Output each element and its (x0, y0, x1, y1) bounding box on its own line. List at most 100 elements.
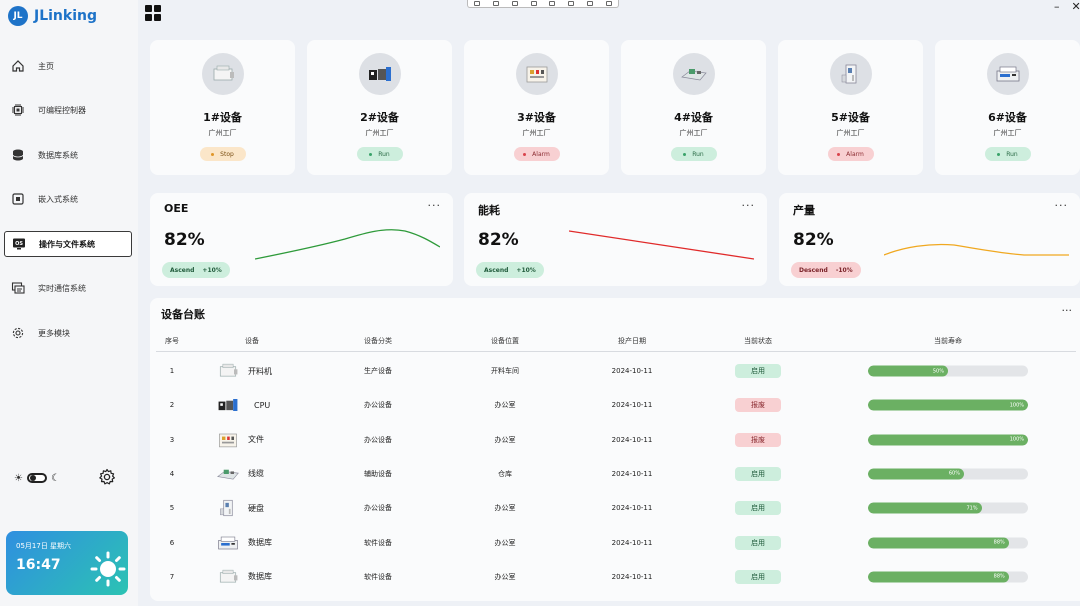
device-location: 办公室 (494, 435, 516, 444)
sidebar-item-home[interactable]: 主页 (4, 53, 132, 79)
toolbar-tool-icon[interactable] (605, 1, 612, 6)
table-row[interactable]: 1 开料机 生产设备 开料车间 2024-10-11 启用 50% (150, 354, 1080, 388)
lifetime-percent: 88% (993, 539, 1005, 546)
table-row[interactable]: 6 数据库 软件设备 办公室 2024-10-11 启用 88% (150, 526, 1080, 560)
kpi-sparkline (884, 243, 1069, 256)
communication-icon (10, 280, 26, 296)
datetime-widget: 05月17日 星期六 16:47 (6, 531, 128, 595)
sidebar-item-os[interactable]: OS 操作与文件系统 (4, 231, 132, 257)
lifetime-progress-bar: 60% (868, 468, 1028, 480)
kpi-change: +10% (516, 266, 536, 274)
status-badge: 启用 (735, 569, 781, 584)
kpi-value: 82% (478, 230, 519, 250)
device-location: 办公室 (494, 572, 516, 581)
light-mode-icon: ☀ (14, 472, 23, 484)
device-card[interactable]: 3#设备 广州工厂 Alarm (464, 40, 609, 175)
table-row[interactable]: 2 CPU 办公设备 办公室 2024-10-11 报废 100% (150, 388, 1080, 422)
device-category: 办公设备 (364, 401, 392, 410)
lifetime-progress-fill: 100% (868, 434, 1028, 446)
kpi-card[interactable]: 产量 ··· 82% Descend -10% (779, 193, 1080, 286)
kpi-more-button[interactable]: ··· (428, 199, 442, 212)
kpi-change: -10% (835, 266, 853, 274)
table-row[interactable]: 7 数据库 软件设备 办公室 2024-10-11 启用 88% (150, 560, 1080, 594)
kpi-card[interactable]: 能耗 ··· 82% Ascend +10% (464, 193, 767, 286)
home-icon (10, 58, 26, 74)
theme-toggle[interactable] (26, 473, 47, 483)
sidebar-item-embedded[interactable]: 嵌入式系统 (4, 186, 132, 212)
minimize-button[interactable]: – (1054, 0, 1060, 13)
row-number: 5 (169, 504, 175, 513)
device-status-badge: Stop (199, 147, 246, 161)
app-name: JLinking (34, 8, 97, 24)
window-controls: – ✕ (1054, 0, 1080, 13)
toolbar-tool-icon[interactable] (549, 1, 556, 6)
device-status-badge: Run (356, 147, 403, 161)
toolbar-tool-icon[interactable] (474, 1, 481, 6)
device-status-text: Run (692, 150, 704, 158)
device-name: 2#设备 (360, 111, 399, 124)
sidebar-item-label: 更多模块 (38, 328, 70, 338)
device-cell: 线缆 (216, 465, 264, 483)
lifetime-progress-bar: 71% (868, 502, 1028, 514)
device-ledger: 设备台账 ··· 序号 设备 设备分类 设备位置 投产日期 当前状态 当前寿命 … (150, 298, 1080, 601)
toolbar-tool-icon[interactable] (511, 1, 518, 6)
device-image (987, 53, 1029, 95)
sidebar-item-communication[interactable]: 实时通信系统 (4, 275, 132, 301)
status-badge: 启用 (735, 466, 781, 481)
kpi-trend-label: Ascend (484, 266, 509, 274)
sidebar-item-database[interactable]: 数据库系统 (4, 142, 132, 168)
device-card[interactable]: 6#设备 广州工厂 Run (935, 40, 1080, 175)
device-card[interactable]: 4#设备 广州工厂 Run (621, 40, 766, 175)
kpi-title: 产量 (793, 204, 815, 217)
device-thumbnail (216, 431, 240, 449)
device-status-badge: Run (670, 147, 717, 161)
table-row[interactable]: 5 硬盘 办公设备 办公室 2024-10-11 启用 71% (150, 491, 1080, 525)
kpi-more-button[interactable]: ··· (742, 199, 756, 212)
toolbar-tool-icon[interactable] (568, 1, 575, 6)
lifetime-progress-bar: 50% (868, 365, 1028, 377)
device-card[interactable]: 1#设备 广州工厂 Stop (150, 40, 295, 175)
status-badge: 启用 (735, 501, 781, 516)
app-logo[interactable]: JL JLinking (8, 6, 97, 26)
table-row[interactable]: 4 线缆 辅助设备 仓库 2024-10-11 启用 60% (150, 457, 1080, 491)
device-cell: 开料机 (216, 362, 272, 380)
ledger-more-button[interactable]: ··· (1062, 304, 1073, 317)
settings-gear-icon[interactable] (98, 468, 116, 486)
apps-grid-icon[interactable] (144, 4, 162, 22)
status-badge: 报废 (735, 432, 781, 447)
device-name: 文件 (248, 435, 264, 445)
column-header: 设备位置 (491, 337, 519, 345)
close-button[interactable]: ✕ (1072, 0, 1080, 13)
table-row[interactable]: 3 文件 办公设备 办公室 2024-10-11 报废 100% (150, 423, 1080, 457)
chip-icon (10, 102, 26, 118)
column-header: 投产日期 (618, 337, 646, 345)
commission-date: 2024-10-11 (611, 469, 653, 478)
kpi-card[interactable]: OEE ··· 82% Ascend +10% (150, 193, 453, 286)
device-status-text: Stop (220, 150, 234, 158)
device-location: 办公室 (494, 538, 516, 547)
device-category: 软件设备 (364, 538, 392, 547)
device-status-badge: Alarm (827, 147, 874, 161)
device-location: 广州工厂 (365, 129, 394, 137)
ledger-title: 设备台账 (161, 308, 205, 321)
kpi-title: 能耗 (478, 204, 500, 217)
device-name: 3#设备 (517, 111, 556, 124)
sidebar-item-more[interactable]: 更多模块 (4, 320, 132, 346)
kpi-sparkline (569, 230, 754, 260)
device-name: 数据库 (248, 538, 272, 547)
device-cell: 文件 (216, 431, 264, 449)
device-category: 生产设备 (364, 367, 392, 375)
toolbar-tool-icon[interactable] (586, 1, 593, 6)
device-status-text: Run (1006, 150, 1018, 158)
device-location: 仓库 (498, 469, 512, 478)
status-dot (683, 152, 687, 156)
sidebar-item-label: 数据库系统 (38, 150, 78, 160)
kpi-more-button[interactable]: ··· (1055, 199, 1069, 212)
device-card[interactable]: 5#设备 广州工厂 Alarm (778, 40, 923, 175)
sidebar-item-plc[interactable]: 可编程控制器 (4, 97, 132, 123)
device-location: 广州工厂 (679, 129, 708, 137)
toolbar-tool-icon[interactable] (530, 1, 537, 6)
device-card[interactable]: 2#设备广州工厂 Run (307, 40, 452, 175)
toolbar-tool-icon[interactable] (493, 1, 500, 6)
device-name: 5#设备 (831, 111, 870, 124)
